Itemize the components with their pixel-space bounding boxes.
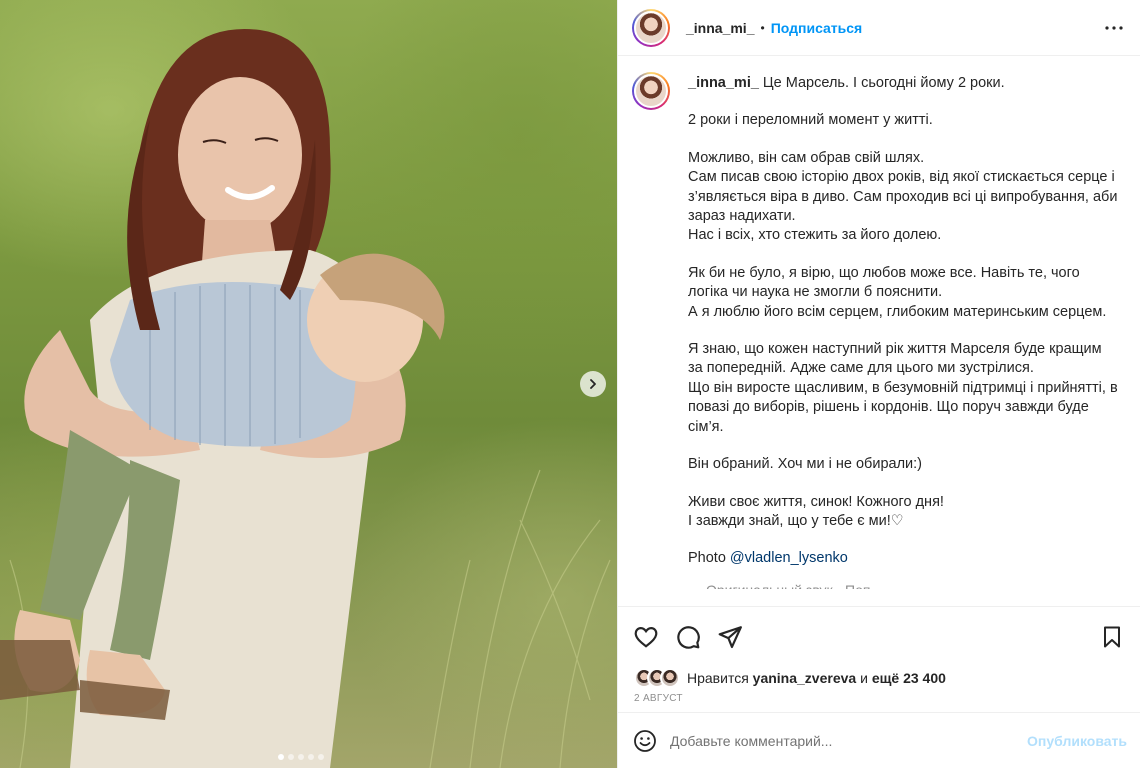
heart-icon bbox=[634, 627, 658, 648]
caption-paragraph: Можливо, він сам обрав свій шлях. Сам пи… bbox=[688, 149, 1118, 244]
likes-count[interactable]: ещё 23 400 bbox=[872, 670, 946, 686]
chevron-right-icon bbox=[590, 379, 596, 389]
likes-text: Нравится yanina_zvereva и ещё 23 400 bbox=[687, 670, 946, 686]
post-side-panel: _inna_mi_ • Подписаться _inna_mi_ Це Марс… bbox=[617, 0, 1140, 768]
comment-icon bbox=[677, 626, 700, 649]
carousel-dot bbox=[278, 754, 284, 760]
comment-input[interactable] bbox=[670, 732, 1028, 749]
caption-username[interactable]: _inna_mi_ bbox=[688, 75, 759, 91]
smiley-icon bbox=[634, 729, 656, 752]
caption-first-line-text: Це Марсель. І сьогодні йому 2 роки. bbox=[762, 75, 1005, 91]
like-button[interactable] bbox=[632, 623, 660, 651]
carousel-dot bbox=[318, 754, 324, 760]
post-header: _inna_mi_ • Подписаться bbox=[618, 0, 1140, 56]
carousel-dot bbox=[308, 754, 314, 760]
send-icon bbox=[718, 626, 742, 649]
avatar-image bbox=[634, 74, 668, 108]
author-avatar[interactable] bbox=[632, 8, 670, 47]
photo-scene bbox=[0, 29, 611, 768]
emoji-button[interactable] bbox=[632, 728, 658, 754]
caption-first-line: _inna_mi_ Це Марсель. І сьогодні йому 2 р… bbox=[688, 74, 1118, 93]
likes-prefix: Нравится bbox=[687, 670, 753, 686]
share-button[interactable] bbox=[716, 623, 744, 651]
caption-cut-off-line: Оригинальный звук · Поп bbox=[706, 583, 906, 589]
comment-composer: Опубликовать bbox=[618, 712, 1140, 768]
caption-paragraph: Як би не було, я вірю, що любов може все… bbox=[688, 264, 1107, 320]
follow-button[interactable]: Подписаться bbox=[771, 20, 863, 36]
photo-credit-mention[interactable]: @vladlen_lysenko bbox=[730, 550, 848, 566]
caption-row: _inna_mi_ Це Марсель. І сьогодні йому 2 р… bbox=[632, 72, 1126, 587]
comment-button[interactable] bbox=[674, 623, 702, 651]
caption-text: _inna_mi_ Це Марсель. І сьогодні йому 2 р… bbox=[688, 72, 1118, 587]
caption-paragraph: Я знаю, що кожен наступний рік життя Мар… bbox=[688, 341, 1118, 435]
carousel-indicator bbox=[278, 754, 324, 760]
avatar-image bbox=[634, 10, 668, 45]
liker-avatars bbox=[634, 668, 680, 688]
post-actions bbox=[618, 607, 1140, 667]
next-slide-button[interactable] bbox=[580, 371, 606, 397]
photo-credit-prefix: Photo bbox=[688, 550, 730, 567]
author-username[interactable]: _inna_mi_ bbox=[686, 20, 754, 36]
liker-avatar[interactable] bbox=[660, 668, 680, 688]
caption-paragraph: Він обраний. Хоч ми і не обирали:) bbox=[688, 456, 922, 473]
likes-user[interactable]: yanina_zvereva bbox=[753, 670, 857, 686]
header-separator: • bbox=[760, 20, 765, 35]
bookmark-icon bbox=[1104, 626, 1120, 648]
caption-paragraph: 2 роки і переломний момент у житті. bbox=[688, 112, 933, 129]
likes-middle: и bbox=[856, 670, 872, 686]
instagram-post: _inna_mi_ • Подписаться _inna_mi_ Це Марс… bbox=[0, 0, 1140, 768]
photo-credit-line: Photo @vladlen_lysenko bbox=[688, 549, 1118, 568]
post-photo[interactable] bbox=[0, 0, 617, 768]
publish-button[interactable]: Опубликовать bbox=[1027, 733, 1127, 749]
caption-scroll-area[interactable]: _inna_mi_ Це Марсель. І сьогодні йому 2 р… bbox=[618, 56, 1140, 607]
carousel-dot bbox=[298, 754, 304, 760]
more-horizontal-icon bbox=[1105, 25, 1123, 30]
likes-summary: Нравится yanina_zvereva и ещё 23 400 bbox=[618, 667, 1140, 689]
carousel-dot bbox=[288, 754, 294, 760]
more-options-button[interactable] bbox=[1102, 16, 1126, 40]
save-button[interactable] bbox=[1098, 623, 1126, 651]
caption-paragraph: Живи своє життя, синок! Кожного дня! І з… bbox=[688, 493, 944, 529]
caption-author-avatar[interactable] bbox=[632, 72, 670, 110]
